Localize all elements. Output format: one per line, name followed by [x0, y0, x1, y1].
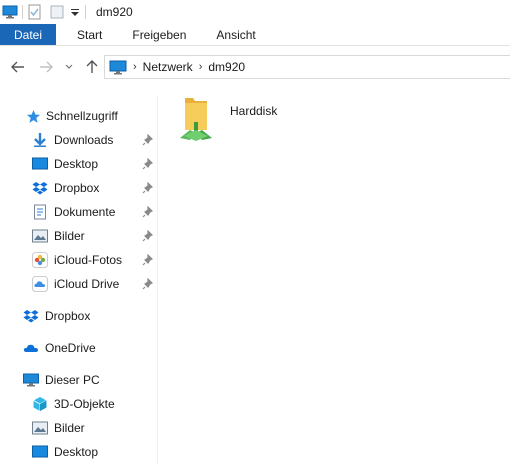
nav-label: Dokumente [54, 205, 116, 219]
nav-label: Desktop [54, 445, 99, 459]
computer-icon [23, 372, 39, 388]
computer-icon[interactable] [2, 4, 18, 20]
window-title: dm920 [96, 5, 133, 19]
tab-datei[interactable]: Datei [0, 24, 57, 45]
pin-icon[interactable] [142, 182, 154, 194]
computer-icon [109, 59, 127, 75]
nav-label: Dropbox [45, 309, 91, 323]
nav-dropbox[interactable]: Dropbox [0, 305, 158, 327]
icloud-photos-icon [32, 252, 48, 268]
pin-icon[interactable] [142, 254, 154, 266]
customize-toolbar-icon[interactable] [69, 4, 81, 20]
nav-label: Dieser PC [45, 373, 100, 387]
navigation-pane: Schnellzugriff Downloads Desktop Dropbox… [0, 96, 158, 464]
nav-item-3d-objekte[interactable]: 3D-Objekte [0, 393, 158, 415]
title-bar: dm920 [0, 0, 510, 24]
forward-button[interactable] [36, 57, 56, 77]
pin-icon[interactable] [142, 134, 154, 146]
breadcrumb-chevron-icon[interactable]: › [199, 61, 203, 73]
nav-item-desktop[interactable]: Desktop [0, 153, 158, 175]
star-icon [25, 108, 41, 124]
breadcrumb-netzwerk[interactable]: Netzwerk [143, 60, 193, 74]
dropbox-icon [32, 180, 48, 196]
breadcrumb-dm920[interactable]: dm920 [208, 60, 245, 74]
network-share-item[interactable]: Harddisk [176, 94, 296, 144]
nav-label: OneDrive [45, 341, 96, 355]
nav-label: Bilder [54, 229, 85, 243]
tab-start[interactable]: Start [62, 24, 117, 45]
nav-item-pc-bilder[interactable]: Bilder [0, 417, 158, 439]
dropbox-icon [23, 308, 39, 324]
address-row: › Netzwerk › dm920 [0, 52, 510, 82]
nav-item-pc-desktop[interactable]: Desktop [0, 441, 158, 463]
title-separator [85, 5, 86, 19]
pin-icon[interactable] [142, 158, 154, 170]
pin-icon[interactable] [142, 278, 154, 290]
nav-this-pc[interactable]: Dieser PC [0, 369, 158, 391]
nav-label: iCloud-Fotos [54, 253, 123, 267]
tab-freigeben[interactable]: Freigeben [117, 24, 201, 45]
pictures-icon [32, 228, 48, 244]
pin-icon[interactable] [142, 230, 154, 242]
3d-objects-icon [32, 396, 48, 412]
nav-onedrive[interactable]: OneDrive [0, 337, 158, 359]
tab-ansicht[interactable]: Ansicht [201, 24, 270, 45]
download-arrow-icon [32, 132, 48, 148]
address-bar[interactable]: › Netzwerk › dm920 [104, 55, 510, 79]
properties-icon[interactable] [27, 4, 43, 20]
up-button[interactable] [82, 57, 102, 77]
nav-item-icloud-drive[interactable]: iCloud Drive [0, 273, 158, 295]
desktop-icon [32, 444, 48, 460]
back-button[interactable] [8, 57, 28, 77]
ribbon-tabs: Datei Start Freigeben Ansicht [0, 24, 510, 46]
icloud-drive-icon [32, 276, 48, 292]
network-drive-icon [176, 94, 216, 145]
nav-label: Bilder [54, 421, 85, 435]
content-pane: Harddisk [159, 88, 510, 464]
nav-item-bilder[interactable]: Bilder [0, 225, 158, 247]
nav-label: iCloud Drive [54, 277, 120, 291]
nav-item-downloads[interactable]: Downloads [0, 129, 158, 151]
nav-label: 3D-Objekte [54, 397, 115, 411]
nav-quick-access[interactable]: Schnellzugriff [0, 105, 158, 127]
new-folder-icon[interactable] [49, 4, 65, 20]
nav-label: Desktop [54, 157, 99, 171]
nav-label: Schnellzugriff [46, 109, 118, 123]
nav-label: Dropbox [54, 181, 100, 195]
nav-label: Downloads [54, 133, 114, 147]
document-icon [32, 204, 48, 220]
desktop-icon [32, 156, 48, 172]
onedrive-cloud-icon [23, 340, 39, 356]
item-name: Harddisk [230, 104, 278, 118]
nav-item-dokumente[interactable]: Dokumente [0, 201, 158, 223]
nav-item-icloud-fotos[interactable]: iCloud-Fotos [0, 249, 158, 271]
title-separator [22, 5, 23, 19]
pictures-icon [32, 420, 48, 436]
breadcrumb-chevron-icon[interactable]: › [133, 61, 137, 73]
nav-item-dropbox[interactable]: Dropbox [0, 177, 158, 199]
pin-icon[interactable] [142, 206, 154, 218]
recent-locations-button[interactable] [62, 57, 76, 77]
